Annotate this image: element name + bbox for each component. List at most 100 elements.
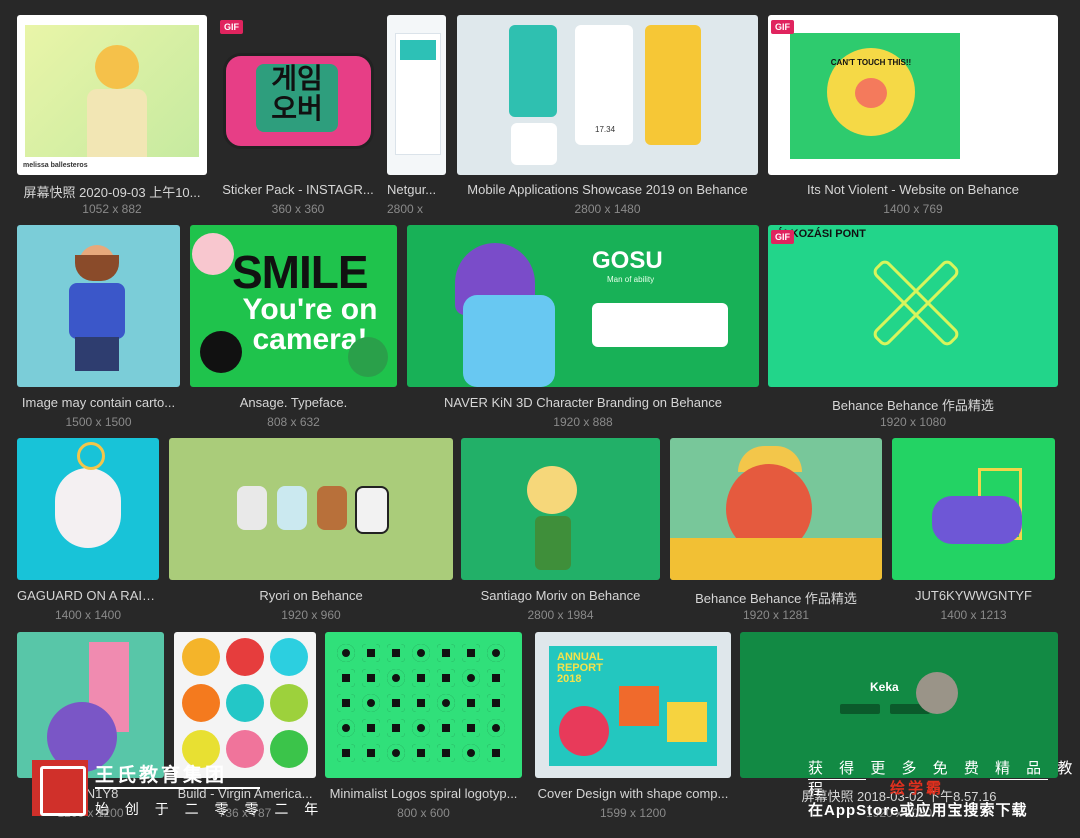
logo-glyph-icon: [362, 744, 380, 762]
promo-divider: [990, 779, 1048, 780]
brand-logo-mark: [40, 766, 86, 816]
logo-glyph-icon: [487, 644, 505, 662]
thumb-item-4[interactable]: CAN'T TOUCH THIS!!: [768, 15, 1058, 175]
item-caption[interactable]: JUT6KYWWGNTYF: [892, 588, 1055, 603]
item-dimensions: 1400 x 1213: [940, 608, 1007, 622]
smiley-green-icon: [348, 337, 388, 377]
gif-badge: GIF: [220, 20, 243, 34]
item-caption[interactable]: Santiago Moriv on Behance: [461, 588, 660, 603]
item-dimensions: 800 x 600: [397, 806, 450, 820]
logo-grid: [335, 642, 515, 768]
thumb-item-5[interactable]: [17, 225, 180, 387]
item-caption[interactable]: Behance Behance 作品精选: [768, 395, 1058, 414]
item-caption[interactable]: Mobile Applications Showcase 2019 on Beh…: [457, 182, 758, 197]
thumb-item-16[interactable]: [325, 632, 522, 778]
item-dimensions: 2800 x 1984: [527, 608, 594, 622]
logo-glyph-icon: [412, 644, 430, 662]
item-caption[interactable]: Its Not Violent - Website on Behance: [768, 182, 1058, 197]
logo-glyph-icon: [412, 669, 430, 687]
sticker-circle: CAN'T TOUCH THIS!!: [827, 48, 915, 136]
item-caption[interactable]: Behance Behance 作品精选: [670, 588, 882, 607]
brand-subtitle: Man of ability: [607, 275, 655, 284]
thumb-item-6[interactable]: SMILE You're on camera!: [190, 225, 397, 387]
thumb-item-3[interactable]: 17.34: [457, 15, 758, 175]
smiley-black-icon: [200, 331, 242, 373]
item-dimensions: 1920 x 1281: [742, 608, 810, 622]
item-dimensions: 1052 x 882: [82, 202, 142, 216]
thumb-item-11[interactable]: [461, 438, 660, 580]
item-caption[interactable]: Image may contain carto...: [17, 395, 180, 410]
thumb-item-8[interactable]: ÁLKOZÁSI PONT: [768, 225, 1058, 387]
thumb-item-14[interactable]: [17, 632, 164, 778]
logo-glyph-icon: [362, 644, 380, 662]
face-icon: [270, 638, 308, 676]
bear-white: [237, 486, 267, 530]
face-icon: [226, 684, 264, 722]
logo-glyph-icon: [487, 719, 505, 737]
item-dimensions: 2800 x: [387, 202, 424, 216]
character-body: [87, 89, 147, 157]
character-body: [463, 295, 555, 387]
character-jacket: [69, 283, 125, 339]
item-caption[interactable]: GAGUARD ON A RAIN...: [17, 588, 159, 603]
thumb-item-2[interactable]: [387, 15, 446, 175]
item-caption[interactable]: 屏幕快照 2020-09-03 上午10...: [17, 182, 207, 201]
character-head: [527, 466, 577, 514]
thumb-item-17[interactable]: ANNUAL REPORT 2018: [535, 632, 731, 778]
thumb-item-9[interactable]: [17, 438, 159, 580]
item-caption[interactable]: Cover Design with shape comp...: [535, 786, 731, 801]
item-dimensions: 1920 x 888: [553, 415, 613, 429]
thumb-item-7[interactable]: GOSU Man of ability: [407, 225, 759, 387]
face-icon: [270, 730, 308, 768]
green-panel: CAN'T TOUCH THIS!!: [790, 33, 960, 159]
character-beard: [75, 255, 119, 281]
thumb-item-13[interactable]: [892, 438, 1055, 580]
shape-circle: [559, 706, 609, 756]
logo-glyph-icon: [412, 694, 430, 712]
logo-glyph-icon: [437, 669, 455, 687]
sticker-text: 게임 오버: [256, 64, 338, 132]
item-dimensions: 360 x 360: [271, 202, 325, 216]
x-mark-icon: [868, 255, 962, 349]
logo-glyph-icon: [337, 694, 355, 712]
thumb-item-10[interactable]: [169, 438, 453, 580]
brand-tagline: 始 创 于 二 零 零 二 年: [95, 801, 325, 817]
promo-download: 在AppStore或应用宝搜索下载: [808, 802, 1028, 819]
face-icon: [270, 684, 308, 722]
character-body: [55, 468, 121, 548]
item-caption[interactable]: Sticker Pack - INSTAGR...: [218, 182, 378, 197]
smiley-pink-icon: [192, 233, 234, 275]
item-caption[interactable]: Netgur...: [387, 182, 446, 197]
item-dimensions: 2800 x 1480: [574, 202, 641, 216]
logo-glyph-icon: [462, 744, 480, 762]
item-dimensions: 1400 x 769: [883, 202, 943, 216]
peach-face: [855, 78, 887, 108]
item-caption[interactable]: Minimalist Logos spiral logotyp...: [325, 786, 522, 801]
item-caption[interactable]: Ansage. Typeface.: [190, 395, 397, 410]
face-icon: [182, 638, 220, 676]
website-header: [400, 40, 436, 60]
thumb-item-12[interactable]: [670, 438, 882, 580]
face-icon: [226, 730, 264, 768]
ring-icon: [77, 442, 105, 470]
download-button: [840, 704, 880, 714]
item-caption[interactable]: NAVER KiN 3D Character Branding on Behan…: [407, 395, 759, 410]
sticker-console: 게임 오버: [223, 53, 374, 149]
logo-glyph-icon: [487, 669, 505, 687]
phone-screen-4: [511, 123, 557, 165]
promo-divider: [808, 779, 866, 780]
brand-divider: [95, 787, 260, 789]
thumb-item-0[interactable]: melissa ballesteros: [17, 15, 207, 175]
shape-square: [667, 702, 707, 742]
gif-badge: GIF: [771, 230, 794, 244]
item-caption[interactable]: Ryori on Behance: [169, 588, 453, 603]
phone-screen-3: [645, 25, 701, 145]
thumb-item-15[interactable]: [174, 632, 316, 778]
thumb-item-1[interactable]: 게임 오버: [218, 15, 378, 175]
info-card: [592, 303, 728, 347]
item-dimensions: 1599 x 1200: [599, 806, 667, 820]
item-dimensions: 1920 x 1080: [879, 415, 947, 429]
figure-shape: [932, 496, 1022, 544]
logo-glyph-icon: [412, 744, 430, 762]
sticker-label: CAN'T TOUCH THIS!!: [830, 58, 912, 67]
